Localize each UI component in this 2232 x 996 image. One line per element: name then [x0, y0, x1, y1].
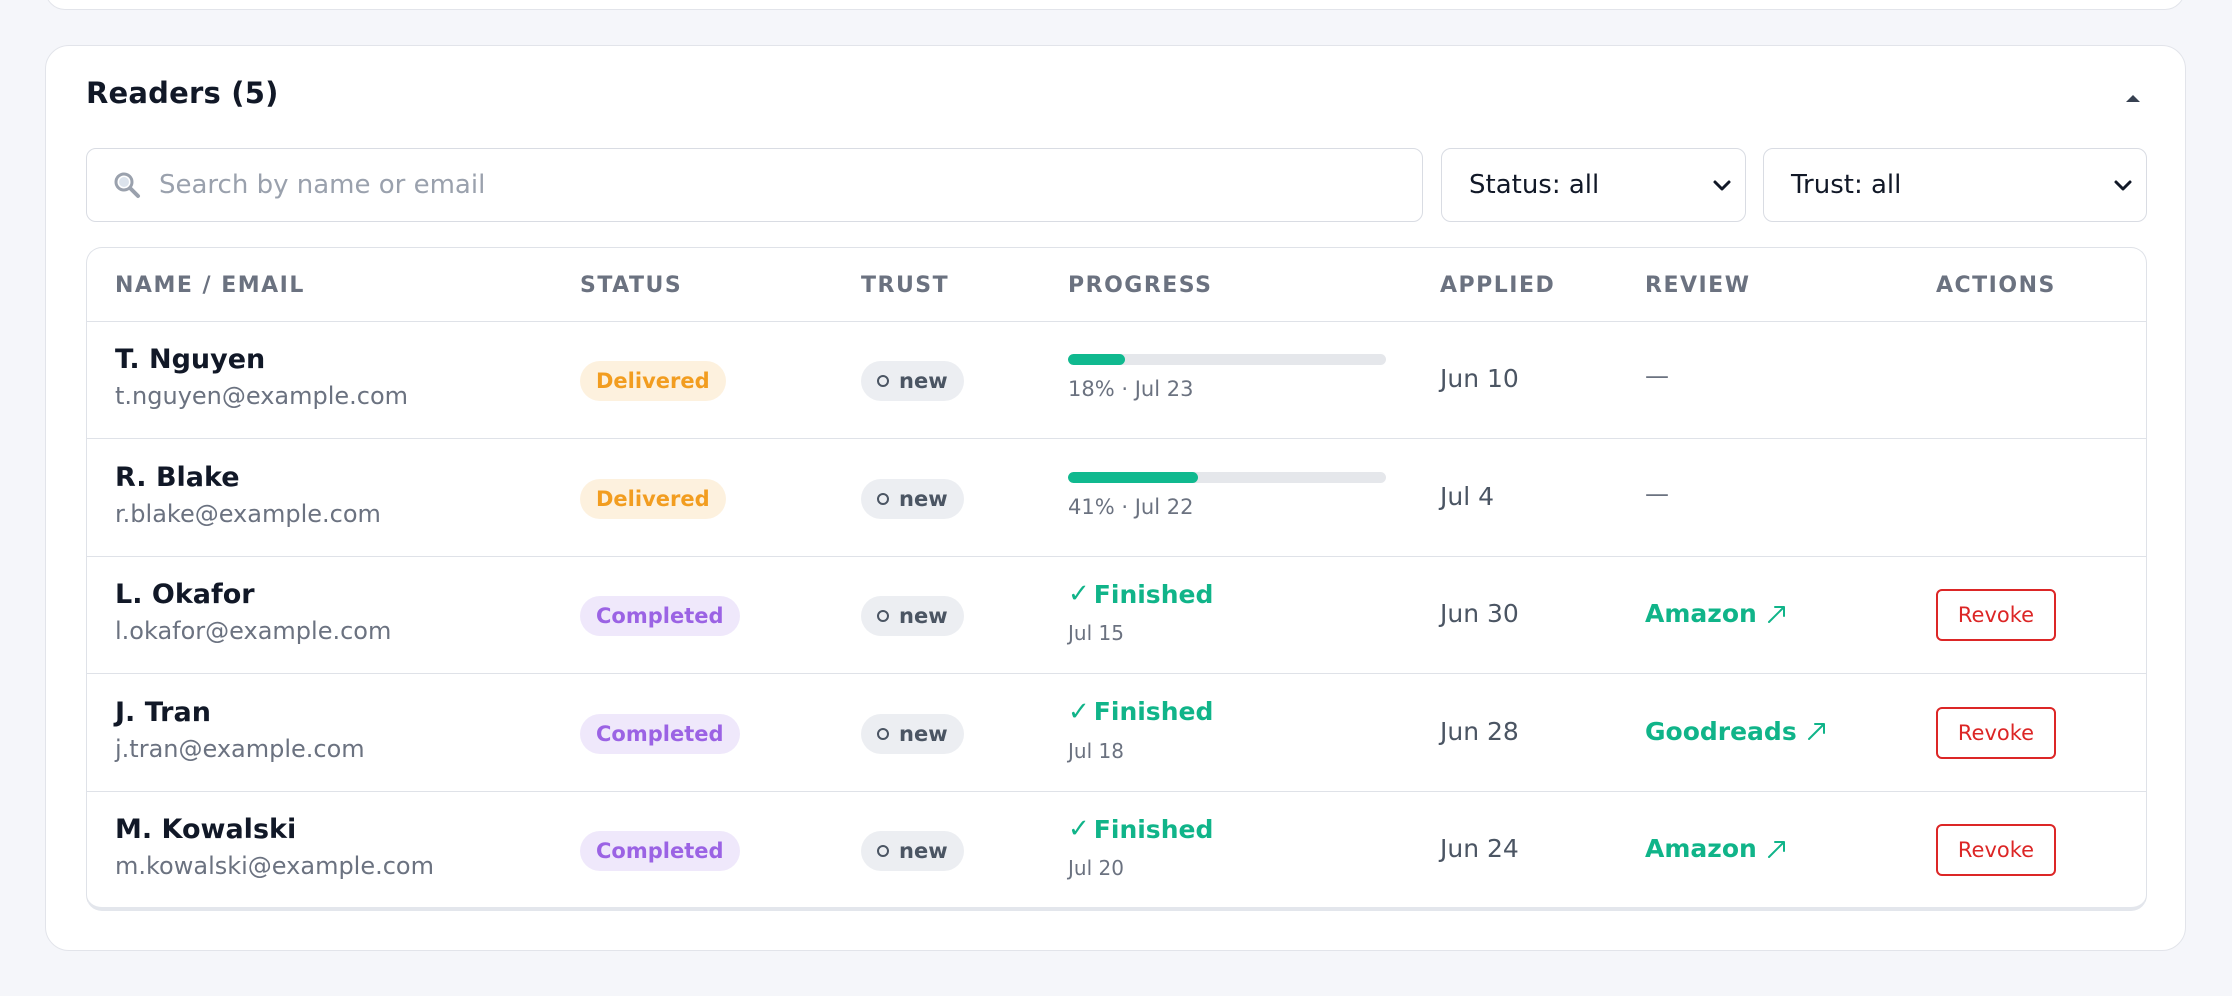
trust-label: new	[899, 369, 948, 393]
trust-label: new	[899, 604, 948, 628]
finished-text: Finished	[1093, 814, 1214, 844]
review-link-label: Amazon	[1645, 599, 1757, 628]
applied-date: Jun 30	[1440, 599, 1519, 628]
trust-badge: new	[861, 478, 964, 519]
readers-card: Readers (5) Status: all Trust: all NAME …	[45, 45, 2186, 951]
external-link-icon	[1807, 723, 1825, 740]
finished-text: Finished	[1093, 697, 1214, 726]
reader-email: m.kowalski@example.com	[115, 852, 434, 880]
readers-table: NAME / EMAIL STATUS TRUST PROGRESS APPLI…	[86, 247, 2147, 911]
trust-badge: new	[861, 831, 964, 871]
trust-badge: new	[861, 361, 964, 401]
chevron-down-icon	[1713, 180, 1731, 191]
applied-date: Jun 24	[1440, 834, 1519, 863]
reader-email: t.nguyen@example.com	[115, 382, 409, 410]
reader-name: J. Tran	[115, 696, 211, 728]
review-link[interactable]: Amazon	[1645, 599, 1789, 628]
progress-fill	[1068, 471, 1199, 483]
reader-email: l.okafor@example.com	[115, 617, 392, 645]
trust-label: new	[899, 839, 948, 863]
external-link-icon	[1767, 840, 1785, 858]
progress-fill	[1068, 354, 1126, 365]
reader-name: L. Okafor	[115, 579, 255, 610]
finished-text: Finished	[1093, 579, 1214, 609]
review-link-label: Amazon	[1645, 834, 1757, 863]
finished-date: Jul 18	[1068, 738, 1124, 763]
finished-date: Jul 20	[1068, 856, 1124, 880]
search-box[interactable]	[86, 148, 1423, 222]
progress-text: 18% · Jul 23	[1068, 377, 1194, 401]
table-row: T. Nguyen t.nguyen@example.com Delivered ne…	[87, 322, 2146, 439]
progress-bar	[1068, 354, 1386, 365]
reader-email: j.tran@example.com	[115, 734, 365, 763]
trust-badge: new	[861, 713, 964, 754]
section-title: Readers (5)	[86, 76, 279, 110]
collapse-button[interactable]	[2121, 86, 2145, 110]
search-input[interactable]	[157, 169, 1361, 201]
review-empty: —	[1645, 362, 1669, 390]
column-header-progress: PROGRESS	[1068, 273, 1213, 298]
applied-date: Jun 28	[1440, 716, 1519, 746]
circle-icon	[877, 492, 889, 505]
reader-name: M. Kowalski	[115, 814, 297, 845]
circle-icon	[877, 845, 889, 857]
column-header-review: REVIEW	[1645, 273, 1751, 298]
revoke-button[interactable]: Revoke	[1936, 824, 2056, 876]
review-link[interactable]: Amazon	[1645, 834, 1789, 863]
checkmark-icon: ✓	[1068, 814, 1090, 844]
trust-filter-select[interactable]: Trust: all	[1763, 148, 2147, 222]
table-row: M. Kowalski m.kowalski@example.com Complet…	[87, 792, 2146, 907]
external-link-icon	[1767, 605, 1785, 623]
trust-label: new	[899, 486, 948, 511]
table-header: NAME / EMAIL STATUS TRUST PROGRESS APPLI…	[87, 248, 2146, 322]
column-header-name: NAME / EMAIL	[115, 273, 305, 298]
progress-text: 41% · Jul 22	[1068, 494, 1194, 519]
status-filter-value: Status: all	[1469, 170, 1600, 200]
reader-name: T. Nguyen	[115, 344, 266, 375]
previous-card	[45, 0, 2185, 10]
trust-filter-value: Trust: all	[1791, 170, 1902, 200]
circle-icon	[877, 727, 889, 740]
checkmark-icon: ✓	[1068, 579, 1090, 609]
revoke-button[interactable]: Revoke	[1936, 706, 2056, 759]
status-filter-select[interactable]: Status: all	[1441, 148, 1746, 222]
trust-label: new	[899, 721, 948, 746]
checkmark-icon: ✓	[1068, 696, 1090, 727]
finished-label: ✓ Finished	[1068, 579, 1213, 609]
column-header-actions: ACTIONS	[1936, 273, 2056, 298]
trust-badge: new	[861, 596, 964, 636]
reader-name: R. Blake	[115, 461, 240, 493]
column-header-status: STATUS	[580, 273, 683, 298]
review-link[interactable]: Goodreads	[1645, 717, 1829, 746]
search-icon	[114, 172, 140, 198]
status-badge: Completed	[580, 713, 740, 754]
status-badge: Completed	[580, 831, 740, 871]
column-header-applied: APPLIED	[1440, 273, 1556, 298]
table-row: R. Blake r.blake@example.com Delivered new 4…	[87, 440, 2146, 557]
finished-label: ✓ Finished	[1068, 697, 1213, 727]
table-row: J. Tran j.tran@example.com Completed new ✓ Fi…	[87, 675, 2146, 792]
review-empty: —	[1645, 479, 1669, 508]
status-badge: Delivered	[580, 478, 726, 519]
status-badge: Completed	[580, 596, 740, 636]
progress-bar	[1068, 471, 1386, 483]
circle-icon	[877, 375, 889, 387]
finished-label: ✓ Finished	[1068, 814, 1213, 844]
review-link-label: Goodreads	[1645, 716, 1797, 746]
revoke-button[interactable]: Revoke	[1936, 589, 2056, 641]
applied-date: Jul 4	[1440, 481, 1495, 511]
chevron-up-icon	[2126, 95, 2140, 102]
circle-icon	[877, 610, 889, 622]
reader-email: r.blake@example.com	[115, 499, 381, 528]
table-row: L. Okafor l.okafor@example.com Completed ne…	[87, 557, 2146, 674]
status-badge: Delivered	[580, 361, 726, 401]
chevron-down-icon	[2114, 180, 2132, 191]
finished-date: Jul 15	[1068, 621, 1124, 645]
column-header-trust: TRUST	[861, 273, 950, 298]
applied-date: Jun 10	[1440, 364, 1519, 393]
